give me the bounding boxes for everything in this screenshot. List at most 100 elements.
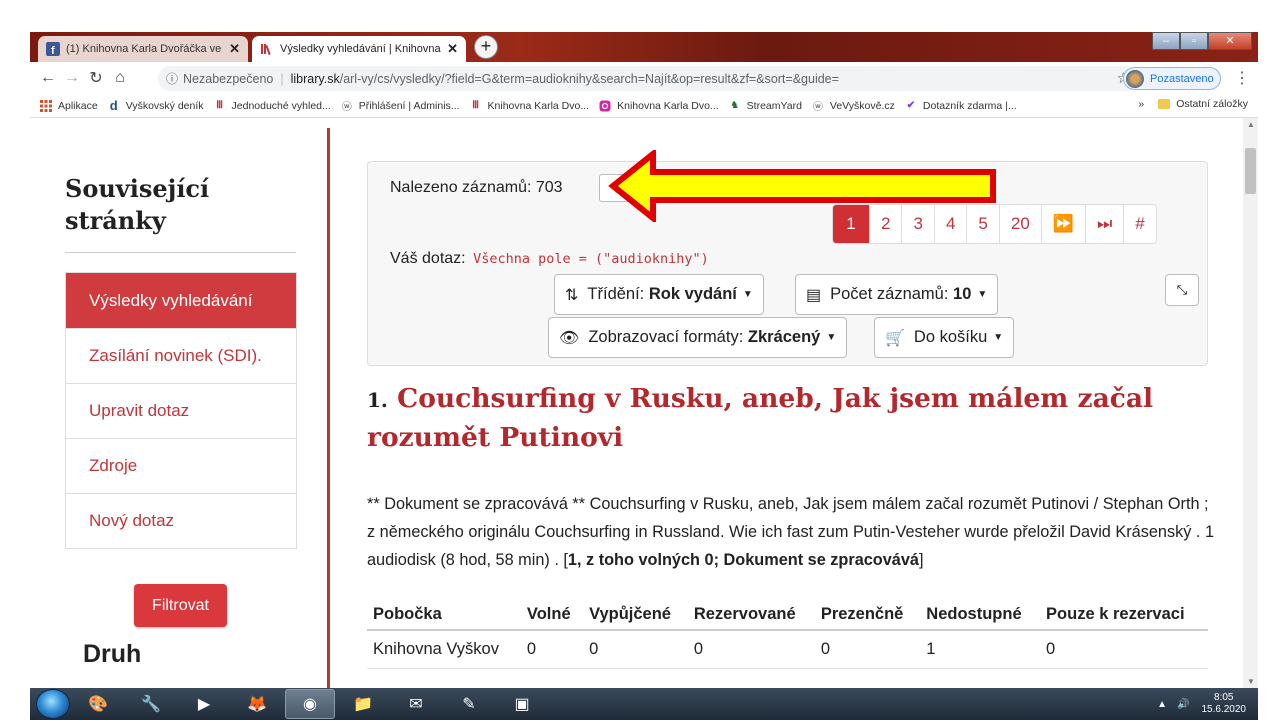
minimize-icon[interactable]: – xyxy=(1152,32,1180,50)
fast-forward-icon[interactable]: ⏩ xyxy=(1040,205,1085,243)
close-tab-icon[interactable]: ✕ xyxy=(229,41,240,57)
other-bookmarks[interactable]: Ostatní záložky xyxy=(1176,98,1248,110)
scroll-up-icon[interactable]: ▲ xyxy=(1247,120,1255,129)
tab-search-results[interactable]: Výsledky vyhledávání | Knihovna ✕ xyxy=(252,36,466,62)
caret-down-icon: ▼ xyxy=(826,332,837,343)
app-paint-icon[interactable]: 🎨 xyxy=(73,689,123,719)
start-orb-icon[interactable] xyxy=(36,689,70,719)
bookmark-label: Vyškovský deník xyxy=(125,99,204,112)
new-tab-plus-icon[interactable]: + xyxy=(474,35,498,59)
close-tab-icon[interactable]: ✕ xyxy=(447,41,458,57)
page-link[interactable]: 20 xyxy=(998,205,1041,243)
sidebar-menu: Výsledky vyhledávání Zasílání novinek (S… xyxy=(65,272,297,549)
table-cell: 0 xyxy=(687,630,815,669)
column-header: Rezervované xyxy=(687,600,815,631)
back-arrow-icon[interactable]: ← xyxy=(36,69,60,87)
bookmark-item[interactable]: ⓦ Přihlášení | Adminis... xyxy=(341,100,460,114)
format-label: Zobrazovací formáty: xyxy=(588,328,744,346)
bookmark-item[interactable]: Knihovna Karla Dvo... xyxy=(599,100,719,112)
facet-heading: Druh xyxy=(83,640,142,668)
menu-kebab-icon[interactable]: ⋮ xyxy=(1234,68,1250,88)
records-found: Nalezeno záznamů: 703 xyxy=(390,179,563,196)
reload-icon[interactable]: ↻ xyxy=(84,68,108,88)
last-page-icon[interactable]: ⏭ xyxy=(1084,205,1123,243)
page-scrollbar[interactable]: ▲ ▼ xyxy=(1243,118,1258,688)
app-powerpoint-icon[interactable]: ▣ xyxy=(497,689,547,719)
table-cell: 0 xyxy=(1040,630,1208,669)
url-host: library.sk xyxy=(290,71,340,86)
url-path: /arl-vy/cs/vysledky/?field=G&term=audiok… xyxy=(339,71,839,86)
app-explorer-icon[interactable]: 📁 xyxy=(338,689,388,719)
record-title[interactable]: 1. Couchsurfing v Rusku, aneb, Jak jsem … xyxy=(367,380,1217,456)
caret-down-icon: ▼ xyxy=(993,332,1004,343)
app-media-player-icon[interactable]: ▶ xyxy=(179,689,229,719)
tray-arrow-icon[interactable]: ▲ xyxy=(1157,699,1167,710)
volume-icon[interactable]: 🔊 xyxy=(1177,699,1189,710)
app-firefox-icon[interactable]: 🦊 xyxy=(232,689,282,719)
maximize-icon[interactable]: ▫ xyxy=(1180,32,1208,50)
apps-grid-icon xyxy=(40,99,52,112)
record-title-text[interactable]: Couchsurfing v Rusku, aneb, Jak jsem mál… xyxy=(367,383,1153,453)
table-cell: 1 xyxy=(920,630,1041,669)
cart-label: Do košíku xyxy=(913,328,988,346)
bookmark-item[interactable]: ✔ Dotazník zdarma |... xyxy=(905,100,1017,112)
tab-facebook[interactable]: f (1) Knihovna Karla Dvořáčka ve V ✕ xyxy=(38,36,248,62)
system-tray: ▲ 🔊 8:05 15.6.2020 xyxy=(1157,688,1246,720)
format-dropdown[interactable]: 👁 Zobrazovací formáty: Zkrácený ▼ xyxy=(548,317,848,358)
scroll-thumb[interactable] xyxy=(1245,148,1256,194)
sidebar-item-results[interactable]: Výsledky vyhledávání xyxy=(66,273,296,328)
app-onenote-icon[interactable]: ✎ xyxy=(444,689,494,719)
filter-button[interactable]: Filtrovat xyxy=(134,584,227,627)
clock[interactable]: 8:05 15.6.2020 xyxy=(1202,692,1247,716)
bookmarks-right: » Ostatní záložky xyxy=(1138,98,1248,110)
more-bookmarks-chevron[interactable]: » xyxy=(1138,98,1144,110)
address-bar[interactable]: ⓘ Nezabezpečeno | library.sk /arl-vy/cs/… xyxy=(158,66,1138,91)
bookmark-item[interactable]: Aplikace xyxy=(40,99,98,112)
forward-arrow-icon[interactable]: → xyxy=(60,69,84,87)
page-hash-link[interactable]: # xyxy=(1123,205,1155,243)
page-link[interactable]: 4 xyxy=(933,205,966,243)
sort-dropdown[interactable]: ⇅ Třídění: Rok vydání ▼ xyxy=(554,274,764,315)
compress-arrows-icon[interactable]: ⤡ xyxy=(1165,274,1199,306)
library-icon xyxy=(260,42,274,56)
bookmark-item[interactable]: ⓦ VeVyškově.cz xyxy=(812,100,895,114)
scroll-down-icon[interactable]: ▼ xyxy=(1247,677,1255,686)
app-chrome-icon[interactable]: ◉ xyxy=(285,689,335,719)
cart-dropdown[interactable]: 🛒 Do košíku ▼ xyxy=(874,317,1015,358)
page-link[interactable]: 3 xyxy=(901,205,933,243)
info-circle-icon[interactable]: ⓘ xyxy=(166,70,178,87)
bookmark-item[interactable]: d Vyškovský deník xyxy=(108,98,204,113)
record-number: 1. xyxy=(367,388,388,412)
bookmark-item[interactable]: Ⅲ Knihovna Karla Dvo... xyxy=(470,100,589,112)
avatar xyxy=(1126,69,1144,88)
bookmark-label: Knihovna Karla Dvo... xyxy=(617,99,719,112)
page-link[interactable]: 2 xyxy=(869,205,901,243)
sidebar-item-edit-query[interactable]: Upravit dotaz xyxy=(66,383,296,438)
sidebar-rule xyxy=(65,252,296,253)
sidebar-item-sdi[interactable]: Zasílání novinek (SDI). xyxy=(66,328,296,383)
sidebar-item-new-query[interactable]: Nový dotaz xyxy=(66,493,296,548)
windows-taskbar: 🎨 🔧 ▶ 🦊 ◉ 📁 ✉ ✎ ▣ ▲ 🔊 8:05 15.6.2020 xyxy=(30,688,1258,720)
wordpress-icon: ⓦ xyxy=(341,102,352,113)
home-icon[interactable]: ⌂ xyxy=(108,69,132,87)
app-tools-icon[interactable]: 🔧 xyxy=(126,689,176,719)
caret-down-icon: ▼ xyxy=(977,289,988,300)
close-window-icon[interactable]: ✕ xyxy=(1208,32,1252,50)
column-header: Prezenčně xyxy=(814,600,921,631)
page-link[interactable]: 5 xyxy=(966,205,998,243)
app-outlook-icon[interactable]: ✉ xyxy=(391,689,441,719)
column-header: Nedostupné xyxy=(920,600,1041,631)
format-value: Zkrácený xyxy=(747,328,821,346)
column-header: Pouze k rezervaci xyxy=(1040,600,1208,631)
bookmark-label: Jednoduché vyhled... xyxy=(231,99,331,112)
sidebar-item-sources[interactable]: Zdroje xyxy=(66,438,296,493)
profile-label: Pozastaveno xyxy=(1150,72,1214,85)
sort-label: Třídění: xyxy=(587,285,645,303)
bookmark-label: Aplikace xyxy=(58,99,98,112)
count-dropdown[interactable]: ▤ Počet záznamů: 10 ▼ xyxy=(795,274,999,315)
page-link[interactable]: 1 xyxy=(833,205,869,243)
bookmark-item[interactable]: Ⅲ Jednoduché vyhled... xyxy=(214,100,331,112)
bookmark-item[interactable]: ♞ StreamYard xyxy=(729,100,802,112)
sidebar-divider xyxy=(327,128,330,688)
profile-button[interactable]: Pozastaveno xyxy=(1123,67,1221,90)
